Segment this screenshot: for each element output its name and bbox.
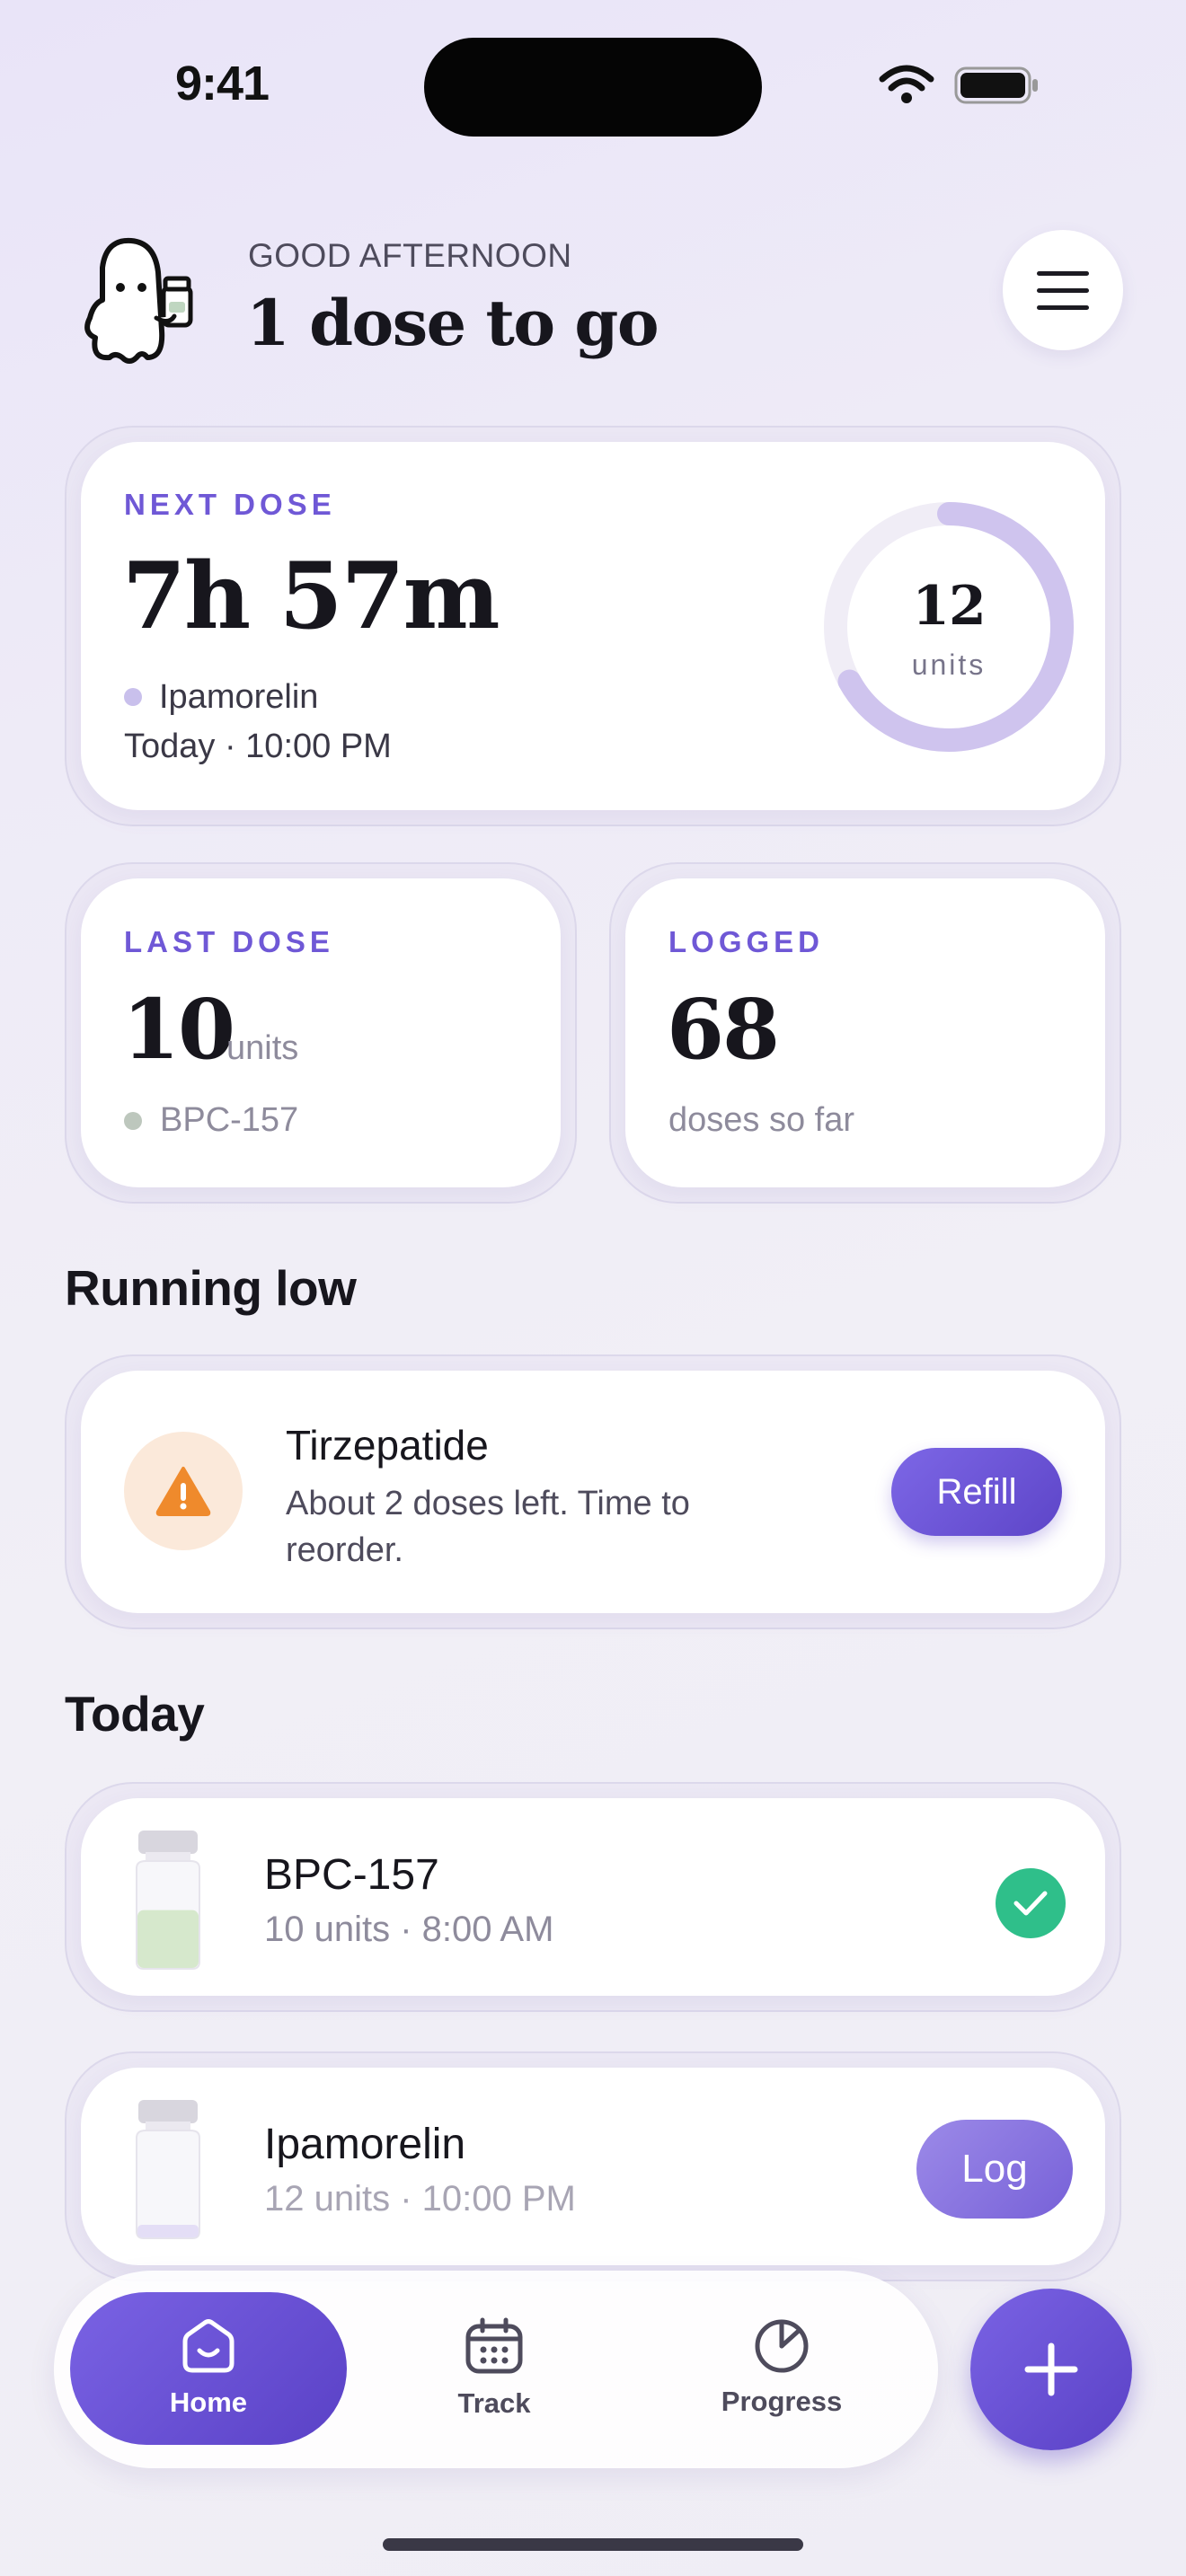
logged-kicker: LOGGED [668, 925, 825, 958]
logged-count: 68 [667, 981, 780, 1078]
check-icon [996, 1868, 1066, 1938]
ghost-mascot-holding-vial-icon [75, 232, 201, 371]
menu-line [1037, 270, 1089, 276]
dose-row-name: Ipamorelin [264, 2121, 466, 2168]
menu-line [1037, 304, 1089, 310]
today-heading: Today [65, 1686, 205, 1742]
next-dose-time: Today · 10:00 PM [124, 728, 392, 765]
hamburger-menu-button[interactable] [1003, 230, 1123, 350]
warning-triangle-icon [155, 1467, 211, 1516]
running-low-medication: Tirzepatide [286, 1422, 489, 1469]
wifi-icon [879, 65, 934, 109]
last-dose-kicker: LAST DOSE [124, 925, 334, 958]
last-dose-unit: units [226, 1029, 299, 1067]
page-title: 1 dose to go [246, 286, 659, 360]
tab-progress-label: Progress [721, 2386, 843, 2417]
greeting-text: GOOD AFTERNOON [248, 237, 572, 274]
status-time: 9:41 [175, 57, 270, 110]
tab-progress[interactable]: Progress [692, 2316, 872, 2418]
home-icon [182, 2319, 235, 2373]
running-low-heading: Running low [65, 1260, 357, 1316]
medication-color-dot [124, 688, 142, 706]
tab-track[interactable]: Track [422, 2317, 566, 2420]
warning-badge [124, 1432, 243, 1550]
home-indicator [383, 2538, 803, 2551]
vial-icon [133, 2098, 203, 2246]
running-low-description: About 2 doses left. Time to reorder. [286, 1485, 690, 1569]
next-dose-unit: units [911, 648, 987, 681]
next-dose-amount: 12 [912, 575, 987, 638]
last-dose-medication: BPC-157 [160, 1101, 299, 1139]
next-dose-countdown: 7h 57m [122, 543, 500, 650]
calendar-icon [465, 2317, 523, 2374]
tab-home-label: Home [169, 2386, 248, 2418]
medication-color-dot [124, 1112, 142, 1130]
tab-track-label: Track [457, 2387, 531, 2419]
dose-row-meta: 12 units · 10:00 PM [264, 2179, 576, 2219]
pie-chart-icon [755, 2319, 809, 2373]
next-dose-kicker: NEXT DOSE [124, 488, 336, 521]
logged-subtitle: doses so far [668, 1101, 854, 1139]
dose-row-meta: 10 units · 8:00 AM [264, 1910, 554, 1949]
dose-row-bpc157[interactable] [81, 1798, 1105, 1996]
battery-icon [954, 66, 1040, 109]
menu-line [1037, 287, 1089, 293]
refill-button[interactable]: Refill [891, 1448, 1062, 1536]
last-dose-amount: 10 [122, 981, 235, 1078]
log-dose-button[interactable]: Log [916, 2120, 1073, 2219]
dose-row-name: BPC-157 [264, 1851, 439, 1899]
plus-icon [1024, 2342, 1078, 2396]
next-dose-medication: Ipamorelin [159, 678, 319, 716]
add-dose-button[interactable] [970, 2289, 1132, 2450]
dynamic-island [424, 38, 762, 137]
tab-home[interactable]: Home [70, 2292, 347, 2445]
vial-icon [133, 1829, 203, 1977]
